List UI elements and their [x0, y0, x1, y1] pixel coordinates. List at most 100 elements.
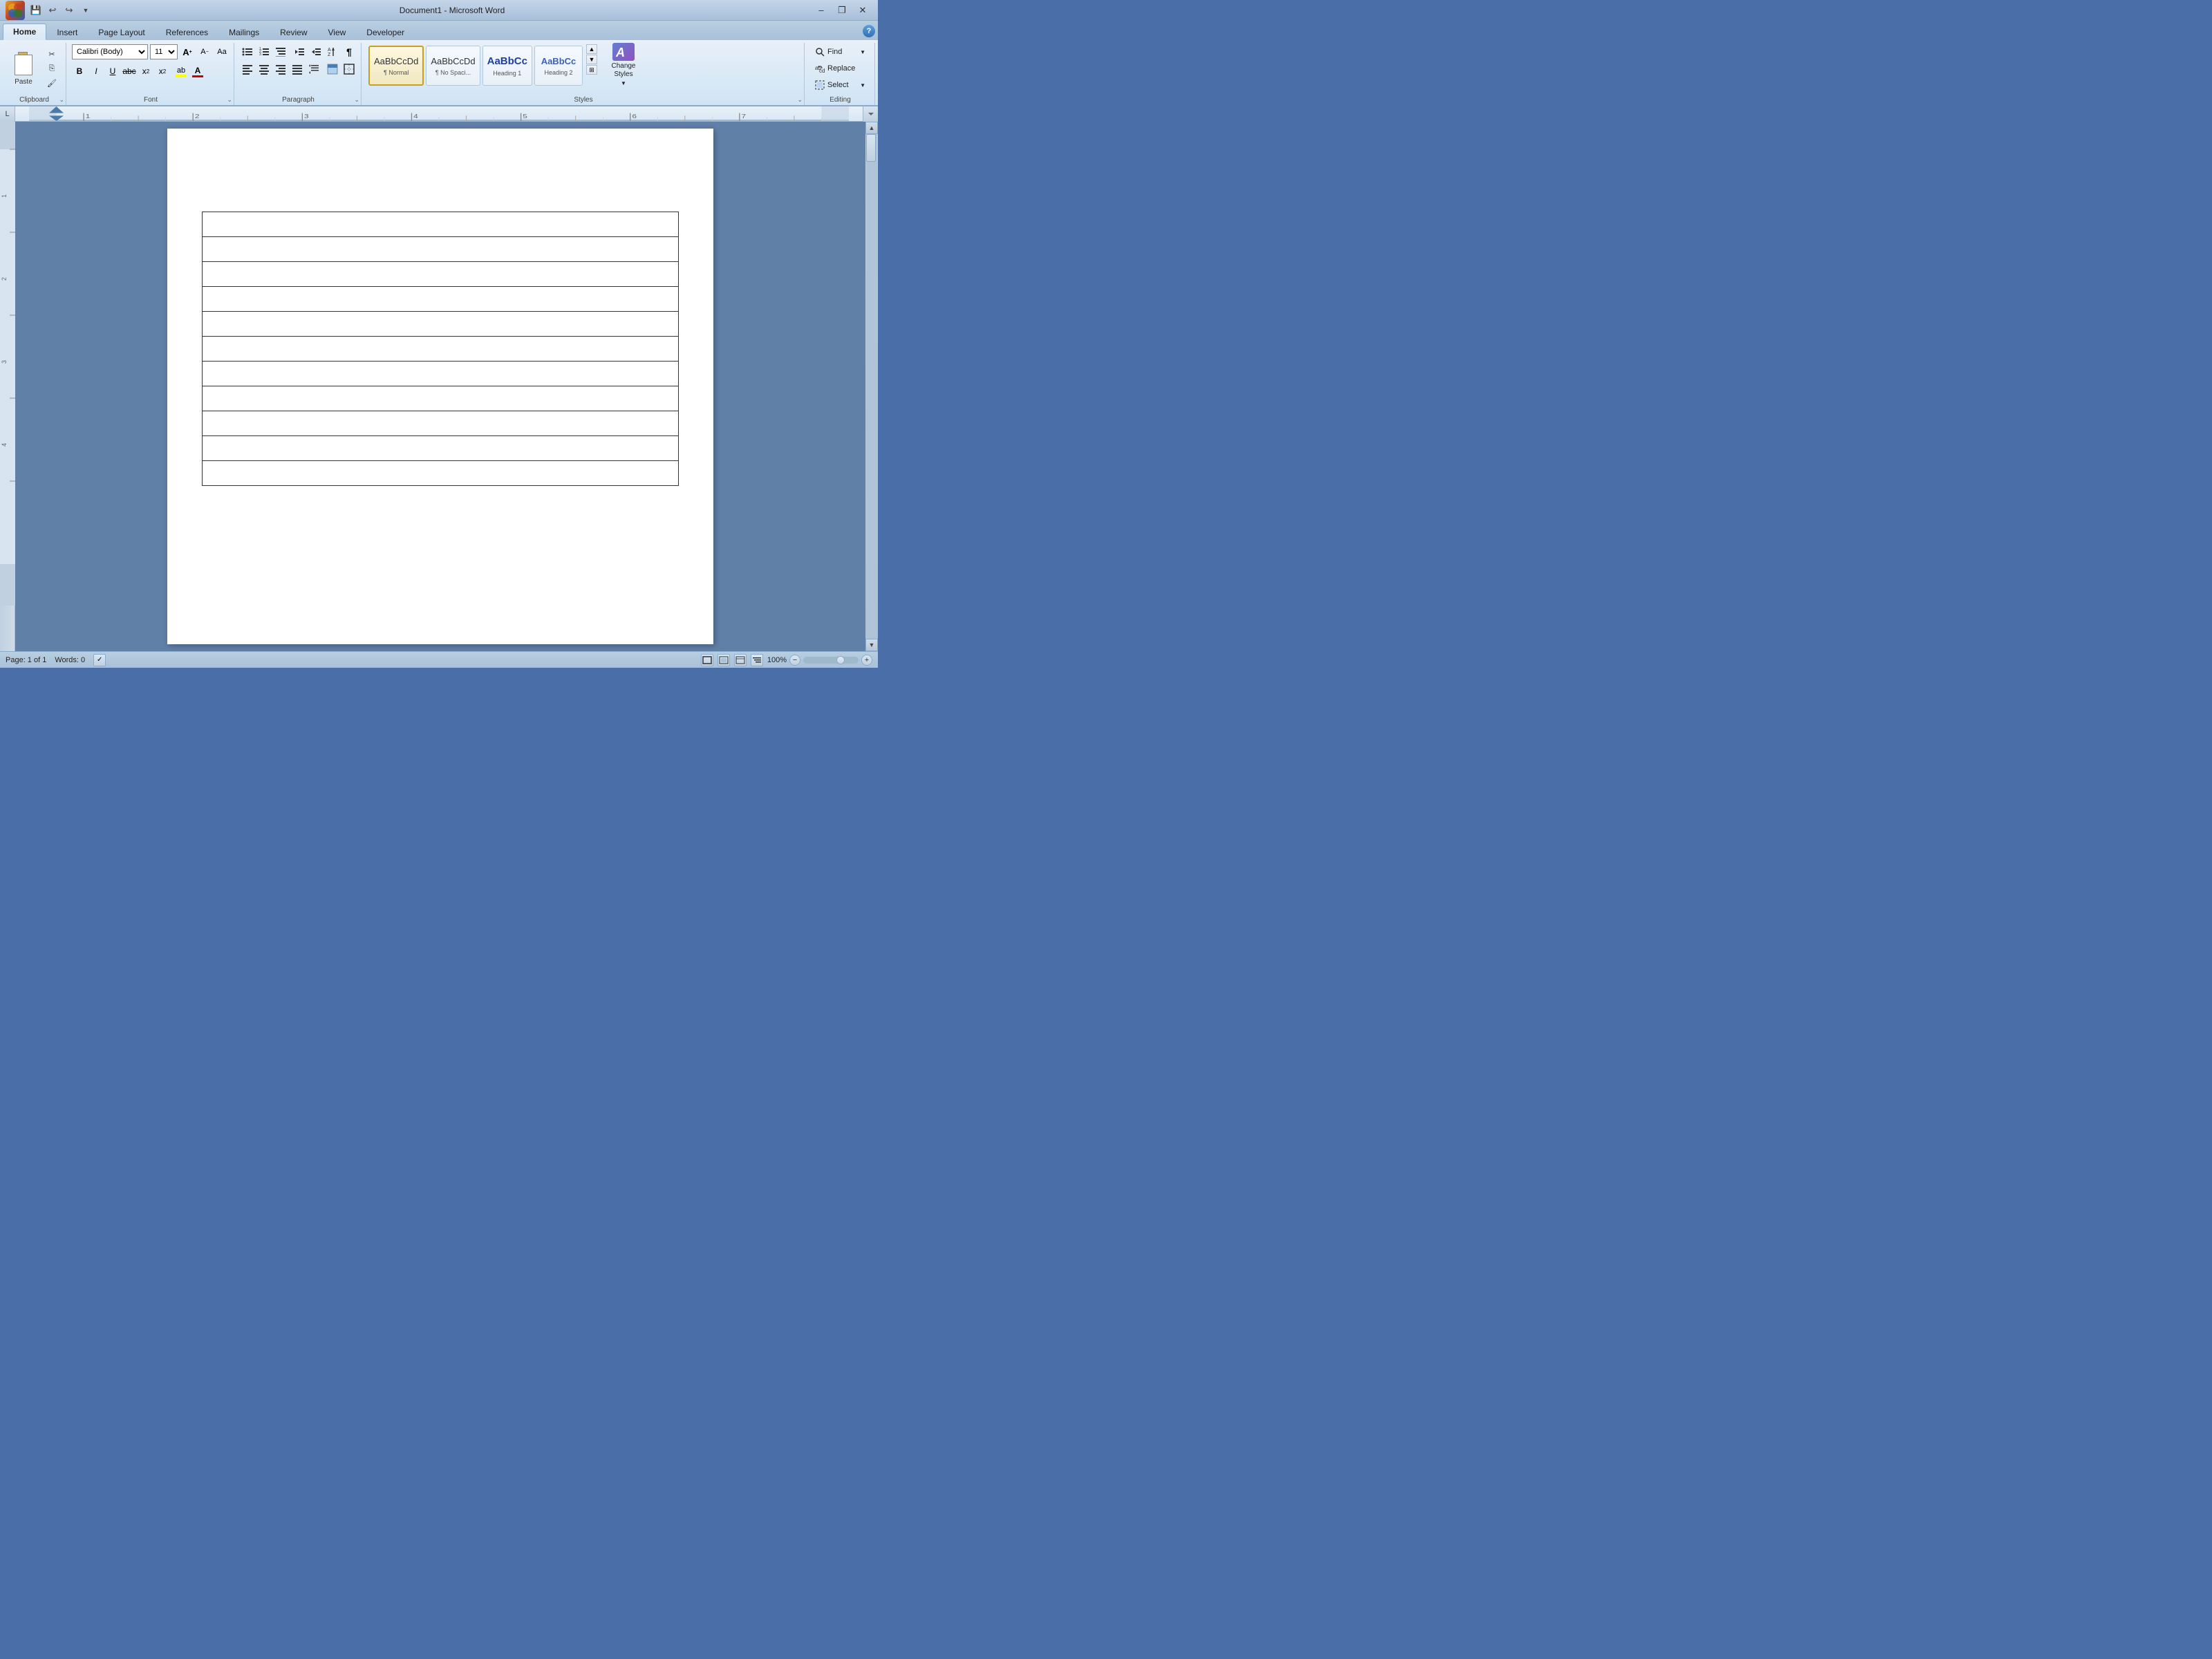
- align-left-button[interactable]: [240, 62, 255, 77]
- decrease-indent-button[interactable]: [292, 44, 307, 59]
- align-center-button[interactable]: [256, 62, 272, 77]
- underline-button[interactable]: U: [105, 64, 120, 79]
- scroll-track[interactable]: [866, 134, 877, 639]
- tab-developer[interactable]: Developer: [356, 24, 415, 40]
- font-size-select[interactable]: 11: [150, 44, 178, 59]
- numbering-button[interactable]: 1.2.3.: [256, 44, 272, 59]
- office-logo[interactable]: [6, 1, 25, 20]
- table-row[interactable]: [203, 386, 679, 411]
- borders-button[interactable]: [341, 62, 357, 77]
- format-painter-button[interactable]: 🖌: [42, 76, 62, 90]
- table-cell[interactable]: [203, 436, 679, 461]
- table-cell[interactable]: [203, 262, 679, 287]
- spell-check-button[interactable]: ✓: [93, 654, 106, 666]
- select-button[interactable]: Select ▼: [810, 77, 870, 93]
- style-normal-button[interactable]: AaBbCcDd ¶ Normal: [368, 46, 424, 86]
- outline-view-button[interactable]: [751, 654, 763, 666]
- copy-button[interactable]: ⎘: [42, 62, 62, 75]
- undo-button[interactable]: ↩: [46, 3, 59, 17]
- web-layout-view-button[interactable]: [734, 654, 747, 666]
- paste-button[interactable]: Paste: [7, 48, 40, 89]
- table-row[interactable]: [203, 287, 679, 312]
- document-area[interactable]: [15, 122, 865, 651]
- tab-home[interactable]: Home: [3, 24, 46, 40]
- justify-button[interactable]: [290, 62, 305, 77]
- table-row[interactable]: [203, 212, 679, 237]
- scroll-up-button[interactable]: ▲: [865, 122, 878, 134]
- close-button[interactable]: ✕: [853, 3, 872, 17]
- clear-format-button[interactable]: Aa: [214, 44, 229, 59]
- zoom-out-button[interactable]: −: [789, 655, 800, 666]
- tab-insert[interactable]: Insert: [46, 24, 88, 40]
- table-row[interactable]: [203, 411, 679, 436]
- font-color-button[interactable]: A: [190, 64, 205, 79]
- paragraph-expand-icon[interactable]: ⌄: [354, 96, 359, 104]
- table-cell[interactable]: [203, 461, 679, 486]
- italic-button[interactable]: I: [88, 64, 104, 79]
- table-cell[interactable]: [203, 212, 679, 237]
- font-expand-icon[interactable]: ⌄: [227, 96, 232, 104]
- table-row[interactable]: [203, 461, 679, 486]
- style-heading2-button[interactable]: AaBbCc Heading 2: [534, 46, 583, 86]
- decrease-font-button[interactable]: A−: [197, 44, 212, 59]
- document-page[interactable]: [167, 129, 713, 644]
- line-spacing-button[interactable]: [306, 62, 321, 77]
- zoom-in-button[interactable]: +: [861, 655, 872, 666]
- styles-scroll-down[interactable]: ▼: [586, 55, 597, 64]
- scroll-down-button[interactable]: ▼: [865, 639, 878, 651]
- find-button[interactable]: Find ▼: [810, 44, 870, 59]
- tab-view[interactable]: View: [318, 24, 357, 40]
- zoom-slider[interactable]: [803, 657, 859, 664]
- style-heading1-button[interactable]: AaBbCc Heading 1: [482, 46, 532, 86]
- styles-more-button[interactable]: ⊞: [586, 65, 597, 75]
- tab-mailings[interactable]: Mailings: [218, 24, 270, 40]
- table-row[interactable]: [203, 312, 679, 337]
- increase-indent-button[interactable]: [308, 44, 324, 59]
- styles-scroll-up[interactable]: ▲: [586, 44, 597, 54]
- bold-button[interactable]: B: [72, 64, 87, 79]
- align-right-button[interactable]: [273, 62, 288, 77]
- cut-button[interactable]: ✂: [42, 47, 62, 61]
- tab-review[interactable]: Review: [270, 24, 317, 40]
- scroll-thumb[interactable]: [866, 134, 876, 162]
- table-row[interactable]: [203, 362, 679, 386]
- help-button[interactable]: ?: [863, 25, 875, 37]
- clipboard-expand-icon[interactable]: ⌄: [59, 96, 64, 104]
- strikethrough-button[interactable]: abc: [122, 64, 137, 79]
- table-cell[interactable]: [203, 237, 679, 262]
- table-cell[interactable]: [203, 337, 679, 362]
- redo-button[interactable]: ↪: [62, 3, 76, 17]
- table-row[interactable]: [203, 262, 679, 287]
- table-row[interactable]: [203, 237, 679, 262]
- text-highlight-button[interactable]: ab: [174, 64, 189, 79]
- increase-font-button[interactable]: A+: [180, 44, 195, 59]
- change-styles-button[interactable]: A ChangeStyles ▼: [599, 44, 648, 84]
- subscript-button[interactable]: x2: [138, 64, 153, 79]
- save-button[interactable]: 💾: [29, 3, 43, 17]
- shading-button[interactable]: [325, 62, 340, 77]
- bullets-button[interactable]: [240, 44, 255, 59]
- show-hide-button[interactable]: ¶: [341, 44, 357, 59]
- table-row[interactable]: [203, 337, 679, 362]
- superscript-button[interactable]: x2: [155, 64, 170, 79]
- ruler-left-button[interactable]: L: [0, 106, 15, 122]
- full-screen-view-button[interactable]: [718, 654, 730, 666]
- table-cell[interactable]: [203, 362, 679, 386]
- replace-button[interactable]: abcd Replace: [810, 61, 870, 76]
- restore-button[interactable]: ❐: [832, 3, 852, 17]
- tab-references[interactable]: References: [156, 24, 218, 40]
- quick-access-dropdown[interactable]: ▼: [79, 3, 93, 17]
- sort-button[interactable]: AZ: [325, 44, 340, 59]
- table-cell[interactable]: [203, 411, 679, 436]
- styles-expand-icon[interactable]: ⌄: [797, 96, 803, 104]
- table-cell[interactable]: [203, 312, 679, 337]
- table-cell[interactable]: [203, 386, 679, 411]
- tab-page-layout[interactable]: Page Layout: [88, 24, 155, 40]
- style-no-spacing-button[interactable]: AaBbCcDd ¶ No Spaci...: [426, 46, 480, 86]
- document-table[interactable]: [202, 212, 679, 486]
- ruler-collapse-button[interactable]: [863, 106, 878, 122]
- font-name-select[interactable]: Calibri (Body): [72, 44, 148, 59]
- table-cell[interactable]: [203, 287, 679, 312]
- minimize-button[interactable]: –: [812, 3, 831, 17]
- table-row[interactable]: [203, 436, 679, 461]
